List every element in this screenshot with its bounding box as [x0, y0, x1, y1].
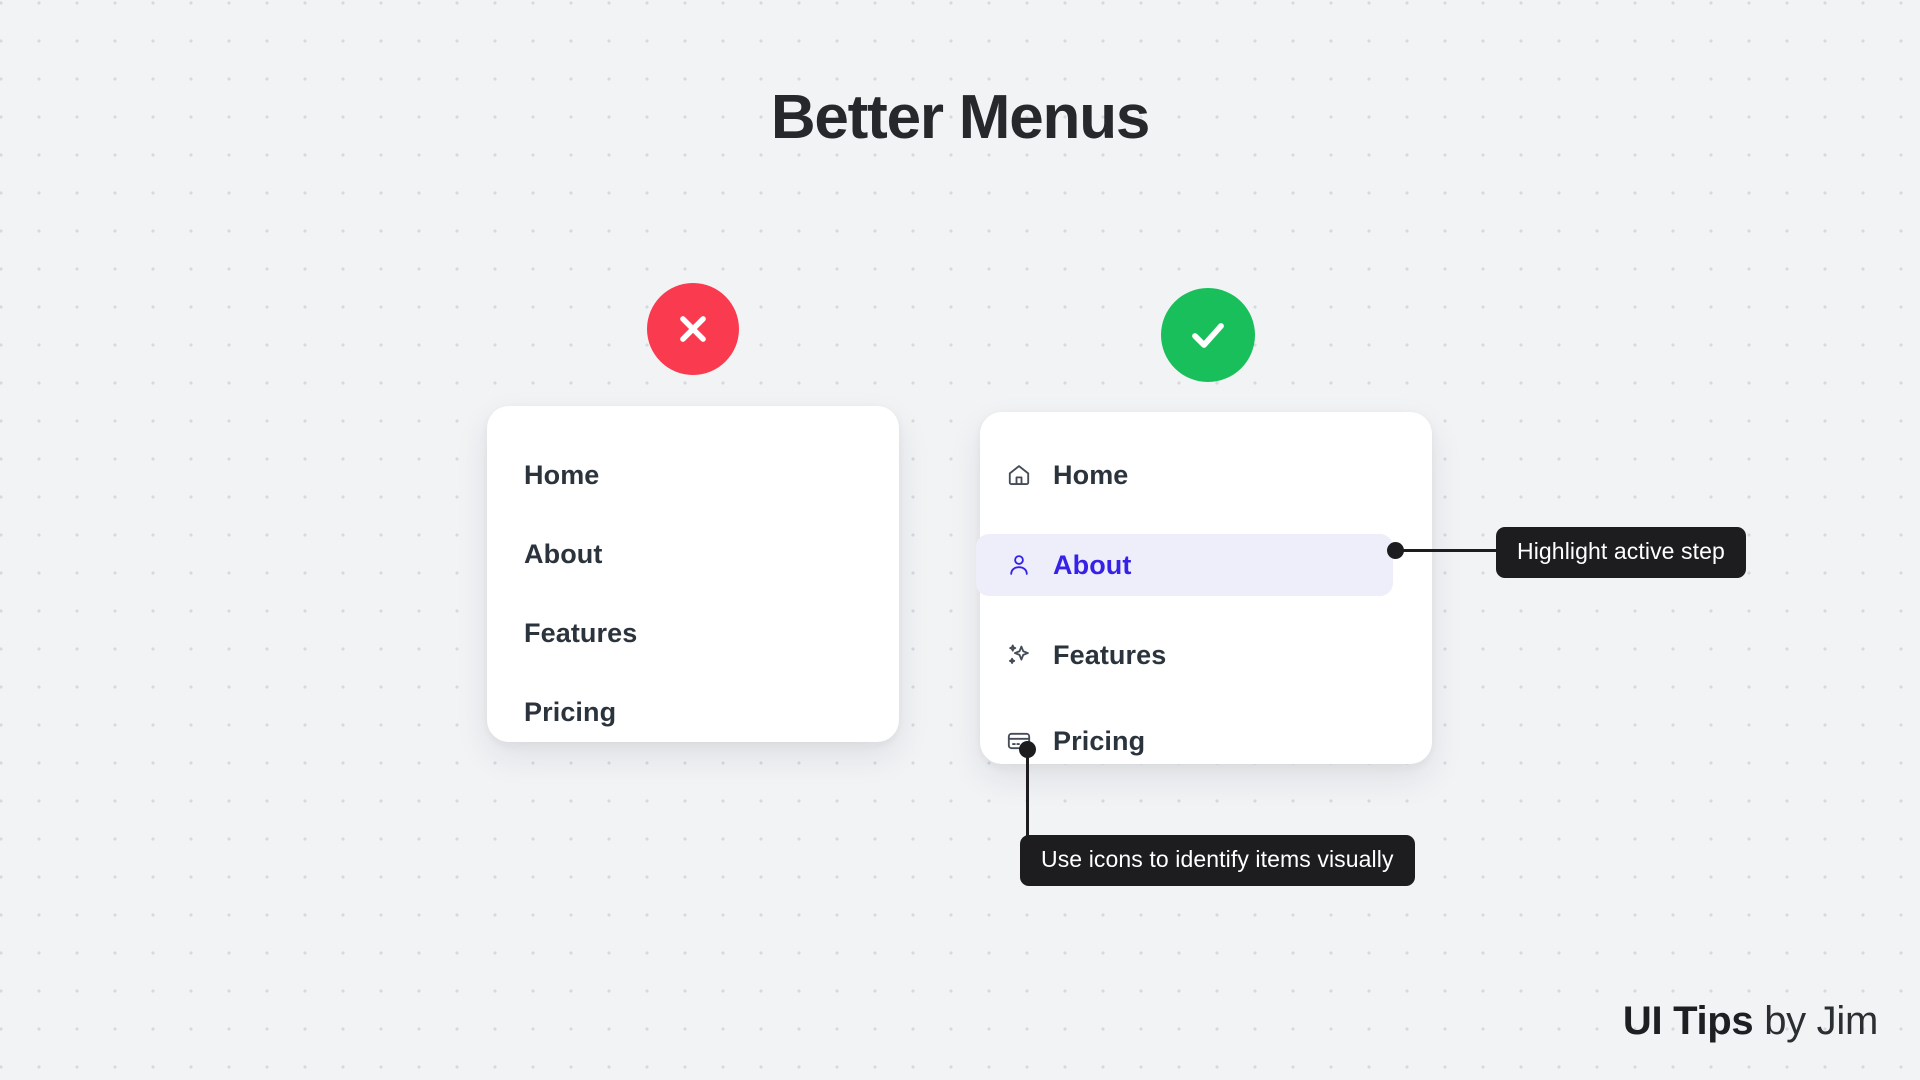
user-icon — [1004, 550, 1034, 580]
sparkles-icon — [1004, 640, 1034, 670]
bad-example-badge — [647, 283, 739, 375]
good-menu-card: Home About Features Pricing — [976, 412, 1432, 764]
good-menu-item-label: About — [1053, 549, 1132, 580]
footer-byline: by Jim — [1764, 999, 1878, 1043]
good-menu-item-home[interactable]: Home — [980, 448, 1432, 502]
bad-menu-item-label: About — [524, 538, 603, 569]
good-menu-item-about[interactable]: About — [976, 534, 1393, 596]
bad-menu-item-label: Pricing — [524, 696, 617, 727]
home-icon — [1004, 460, 1034, 490]
footer-brand: UI Tips — [1622, 999, 1754, 1043]
good-menu-item-features[interactable]: Features — [980, 628, 1432, 682]
active-step-callout: Highlight active step — [1496, 527, 1746, 578]
good-menu-item-label: Pricing — [1053, 725, 1146, 756]
bad-menu-item-home[interactable]: Home — [487, 448, 899, 502]
good-example-badge — [1161, 288, 1255, 382]
good-menu-item-pricing[interactable]: Pricing — [980, 714, 1432, 768]
bad-menu-item-pricing[interactable]: Pricing — [487, 685, 899, 739]
footer-watermark: UI Tips by Jim — [1623, 999, 1878, 1044]
check-icon — [1184, 311, 1232, 359]
bad-menu-item-label: Home — [524, 459, 600, 490]
bad-menu-item-label: Features — [524, 617, 638, 648]
close-icon — [671, 307, 715, 351]
page-title: Better Menus — [770, 83, 1151, 152]
active-step-connector-line — [1395, 549, 1503, 552]
bad-menu-card: Home About Features Pricing — [487, 406, 899, 742]
good-menu-item-label: Features — [1053, 639, 1167, 670]
icons-callout: Use icons to identify items visually — [1020, 835, 1415, 886]
bad-menu-item-features[interactable]: Features — [487, 606, 899, 660]
good-menu-item-label: Home — [1053, 459, 1129, 490]
bad-menu-item-about[interactable]: About — [487, 527, 899, 581]
icons-connector-line — [1026, 749, 1029, 841]
